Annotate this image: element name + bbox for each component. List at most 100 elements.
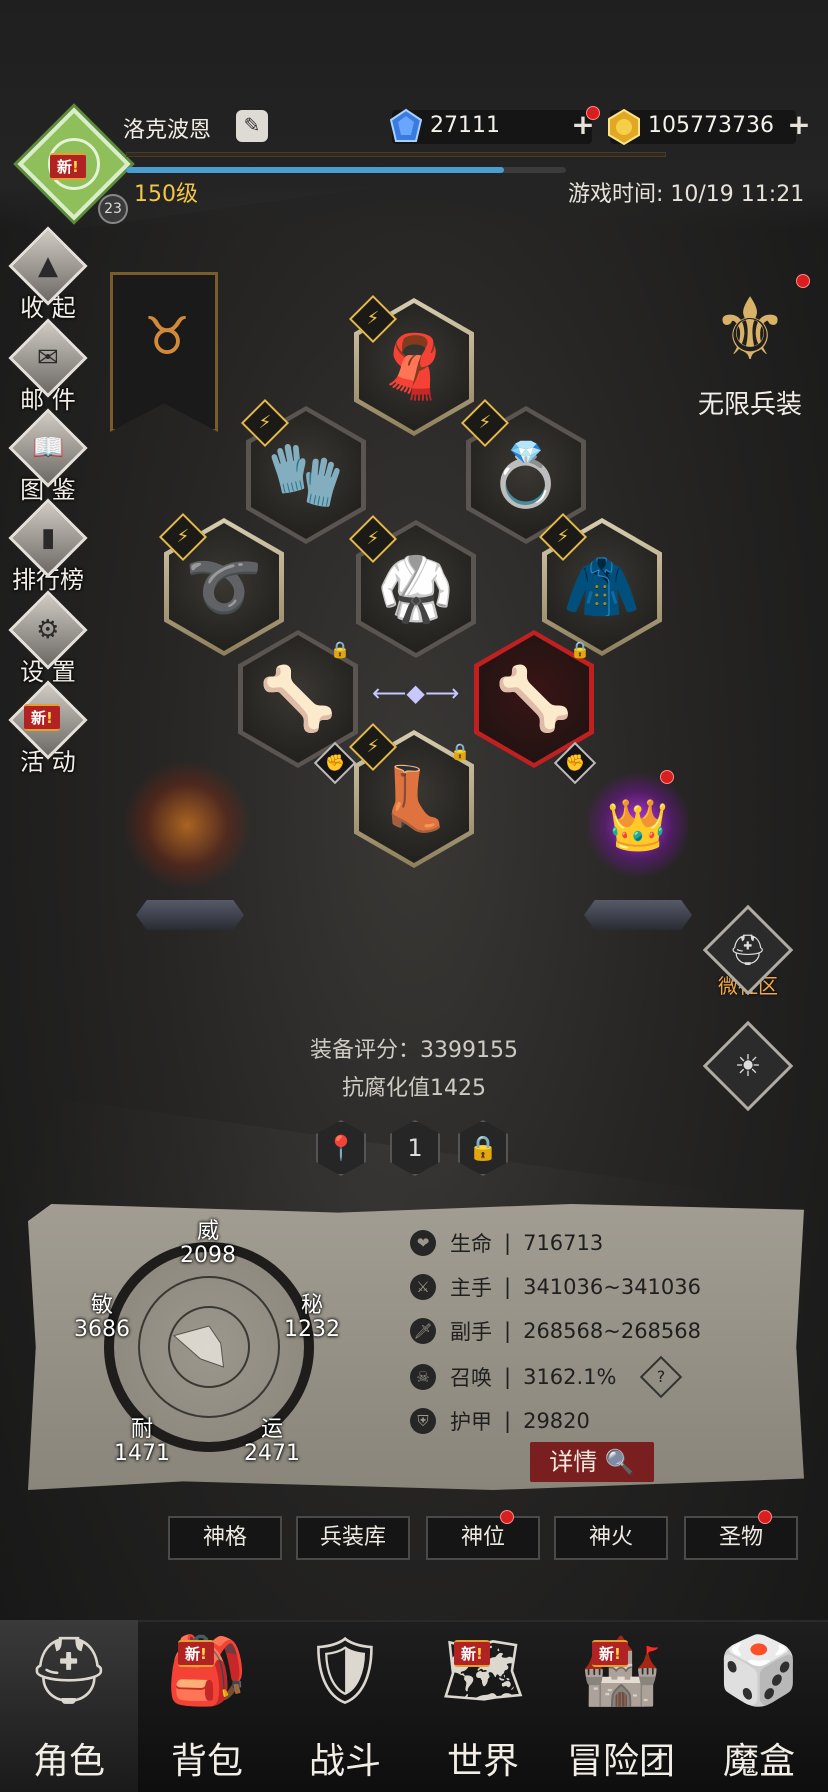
- player-avatar[interactable]: 新! 23: [17, 107, 131, 224]
- stat-luck: 运 2471: [232, 1418, 312, 1466]
- stat-value: 1232: [284, 1317, 340, 1342]
- locked-slot[interactable]: 🔒: [458, 1120, 508, 1176]
- player-level: 150级: [134, 182, 198, 207]
- stat-value: 2098: [180, 1243, 236, 1268]
- nav-magic-box[interactable]: 🎲 魔盒: [690, 1620, 828, 1792]
- nav-label: 魔盒: [722, 1741, 795, 1782]
- armor-icon: ⛨: [410, 1408, 436, 1434]
- stat-name: 耐: [130, 1417, 153, 1442]
- infinite-arms-label: 无限兵装: [697, 390, 802, 420]
- hero-helmet-icon: ⛑: [27, 1632, 111, 1709]
- radar-chart: [138, 1276, 280, 1418]
- lock-icon: 🔒: [330, 640, 350, 659]
- nav-world[interactable]: 🗺 新! 世界: [414, 1620, 552, 1792]
- nav-adventure-team[interactable]: 🏰 新! 冒险团: [552, 1620, 690, 1792]
- tab-armory[interactable]: 兵装库: [296, 1516, 410, 1560]
- side-menu-collapse[interactable]: ▲ 收 起: [8, 226, 88, 323]
- location-slot[interactable]: 📍: [316, 1120, 366, 1176]
- blue-gem-icon: [389, 108, 423, 142]
- radar-shape: [172, 1325, 225, 1368]
- loadout-slots: 📍 1 🔒: [316, 1120, 516, 1176]
- add-gold-button[interactable]: +: [786, 111, 812, 139]
- stat-value: 1471: [114, 1441, 170, 1466]
- infinite-arms-button[interactable]: ⚜ 无限兵装: [680, 270, 820, 421]
- crown-relic-icon[interactable]: 👑: [588, 770, 688, 880]
- nav-label: 战斗: [308, 1741, 381, 1782]
- side-menu-codex[interactable]: 📖 图 鉴: [8, 408, 88, 505]
- location-pin-icon: 📍: [326, 1134, 356, 1162]
- dagger-icon: 🗡: [410, 1318, 436, 1344]
- player-level-badge: 23: [98, 194, 128, 224]
- details-label: 详情: [549, 1448, 598, 1476]
- gem-currency: 27111: [389, 108, 592, 144]
- equip-score: 装备评分：3399155: [310, 1038, 518, 1063]
- player-name: 洛克波恩: [123, 118, 212, 143]
- details-button[interactable]: 详情 🔍: [530, 1442, 654, 1482]
- tab-relics-dot: [758, 1510, 772, 1524]
- relic-pedestal: [584, 900, 692, 930]
- lock-icon: 🔒: [570, 640, 590, 659]
- xp-bar-fill: [126, 167, 505, 173]
- stat-name: 秘: [300, 1293, 323, 1318]
- sword-icon: ⚔: [410, 1274, 436, 1300]
- stat-row-summon: ☠ 召唤 | 3162.1%: [410, 1362, 617, 1392]
- nav-label: 背包: [170, 1741, 243, 1782]
- gems-notification-dot: [586, 106, 600, 120]
- summon-icon: ☠: [410, 1364, 436, 1390]
- stat-name: 运: [260, 1417, 283, 1442]
- gold-amount: 105773736: [648, 113, 774, 138]
- guild-banner[interactable]: ♉: [110, 272, 218, 432]
- game-time: 游戏时间: 10/19 11:21: [568, 182, 805, 207]
- tab-divine-fire[interactable]: 神火: [554, 1516, 668, 1560]
- demon-crest-icon: ♉: [143, 307, 191, 367]
- magnifier-icon: 🔍: [604, 1448, 635, 1476]
- stat-endurance: 耐 1471: [102, 1418, 182, 1466]
- stat-name: 敏: [90, 1293, 113, 1318]
- stat-agility: 敏 3686: [62, 1294, 142, 1342]
- lock-icon: 🔒: [450, 742, 470, 761]
- fire-relic-icon[interactable]: [122, 760, 252, 890]
- swap-weapons-icon[interactable]: ⟵◆⟶: [372, 678, 459, 708]
- nav-label: 角色: [32, 1741, 105, 1782]
- stat-row-hp: ❤ 生命 | 716713: [410, 1228, 603, 1258]
- stat-value: 3686: [74, 1317, 130, 1342]
- stat-name: 威: [196, 1219, 219, 1244]
- loadout-slot-1[interactable]: 1: [390, 1120, 440, 1176]
- infinite-arms-notification-dot: [796, 274, 810, 288]
- stat-row-armor: ⛨ 护甲 | 29820: [410, 1406, 590, 1436]
- gem-amount: 27111: [430, 113, 500, 138]
- nav-character[interactable]: ⛑ 角色: [0, 1620, 138, 1792]
- tab-god-seat[interactable]: 神位: [426, 1516, 540, 1560]
- new-badge: 新!: [50, 153, 86, 180]
- xp-bar: [126, 167, 566, 173]
- magic-box-icon: 🎲: [717, 1632, 801, 1709]
- community-button[interactable]: ⛑ 微社区: [700, 904, 796, 999]
- stat-authority: 威 2098: [168, 1220, 248, 1268]
- tab-god-seat-dot: [500, 1510, 514, 1524]
- winged-sword-icon: ⚜: [711, 280, 789, 380]
- new-badge: 新!: [24, 704, 60, 731]
- stat-row-main-hand: ⚔ 主手 | 341036~341036: [410, 1272, 701, 1302]
- side-menu-ranking[interactable]: ▮ 排行榜: [8, 498, 88, 595]
- tab-divinity[interactable]: 神格: [168, 1516, 282, 1560]
- battle-shield-icon: 🛡: [303, 1632, 387, 1709]
- anti-corruption-value: 抗腐化值1425: [342, 1076, 486, 1101]
- stat-value: 2471: [244, 1441, 300, 1466]
- side-menu-settings[interactable]: ⚙ 设 置: [8, 590, 88, 687]
- side-menu-mail[interactable]: ✉ 邮 件: [8, 318, 88, 415]
- tab-relics[interactable]: 圣物: [684, 1516, 798, 1560]
- relic-pedestal: [136, 900, 244, 930]
- new-badge: 新!: [178, 1640, 214, 1667]
- lock-icon: 🔒: [468, 1134, 498, 1162]
- nav-battle[interactable]: 🛡 战斗: [276, 1620, 414, 1792]
- question-icon: ?: [656, 1367, 666, 1386]
- side-menu-events[interactable]: ✦ 新! 活 动: [8, 680, 88, 777]
- gold-coin-icon: [608, 108, 640, 146]
- stat-row-off-hand: 🗡 副手 | 268568~268568: [410, 1316, 701, 1346]
- heart-icon: ❤: [410, 1230, 436, 1256]
- edit-icon: ✎: [243, 113, 261, 137]
- nav-backpack[interactable]: 🎒 新! 背包: [138, 1620, 276, 1792]
- nav-label: 冒险团: [566, 1741, 675, 1782]
- new-badge: 新!: [454, 1640, 490, 1667]
- edit-name-button[interactable]: ✎: [236, 110, 268, 142]
